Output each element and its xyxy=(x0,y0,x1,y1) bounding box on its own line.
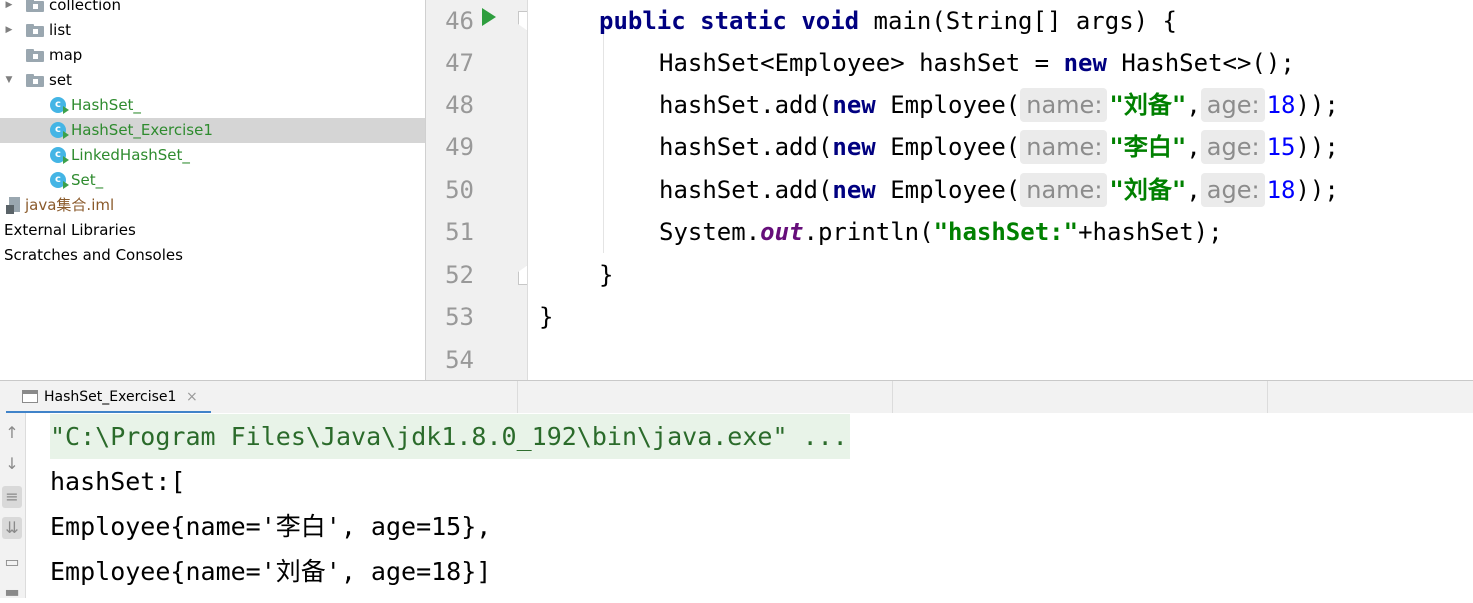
console-line-command: "C:\Program Files\Java\jdk1.8.0_192\bin\… xyxy=(50,414,850,459)
line-number: 52 xyxy=(445,261,474,289)
tree-item-label: map xyxy=(49,46,83,64)
line-number: 47 xyxy=(445,49,474,77)
divider xyxy=(517,381,518,414)
tree-item-label: HashSet_ xyxy=(71,96,141,114)
divider xyxy=(1267,381,1268,414)
console-line: Employee{name='李白', age=15}, xyxy=(50,512,492,541)
tree-item-label: set xyxy=(49,71,72,89)
package-folder-icon xyxy=(26,49,44,62)
tree-item-external-libraries[interactable]: External Libraries xyxy=(0,218,425,243)
scroll-to-end-icon[interactable]: ⇊ xyxy=(2,517,22,539)
line-number: 51 xyxy=(445,218,474,246)
tree-item-map[interactable]: map xyxy=(0,43,425,68)
tree-item-list[interactable]: ▶ list xyxy=(0,18,425,43)
divider xyxy=(892,381,893,414)
tree-item-iml[interactable]: java集合.iml xyxy=(0,193,425,218)
down-arrow-icon[interactable]: ↓ xyxy=(2,453,22,475)
tree-item-label: External Libraries xyxy=(4,221,136,239)
tree-item-linkedhashset[interactable]: c LinkedHashSet_ xyxy=(0,143,425,168)
run-tab-label: HashSet_Exercise1 xyxy=(44,389,177,405)
parameter-hint-name: name: xyxy=(1020,88,1108,122)
module-file-icon xyxy=(6,197,20,214)
console-toolbar: ↑ ↓ ≡ ⇊ ▭ ▬ xyxy=(0,413,26,601)
tree-item-label: Scratches and Consoles xyxy=(4,246,183,264)
java-class-icon: c xyxy=(50,147,69,164)
code-line-48: hashSet.add(new Employee(name: "刘备", age: 1… xyxy=(659,84,1339,126)
tree-item-label: java集合.iml xyxy=(25,196,115,214)
line-number: 50 xyxy=(445,176,474,204)
line-number: 46 xyxy=(445,7,474,35)
code-line-47: HashSet<Employee> hashSet = new HashSet<… xyxy=(659,49,1295,77)
java-class-icon: c xyxy=(50,97,69,114)
console-icon xyxy=(22,390,38,403)
code-line-53: } xyxy=(539,303,554,331)
line-number: 49 xyxy=(445,133,474,161)
project-tree: ▶ collection ▶ list map ▼ set c HashSet_… xyxy=(0,0,425,380)
tree-item-hashset-exercise1[interactable]: c HashSet_Exercise1 xyxy=(0,118,425,143)
code-line-49: hashSet.add(new Employee(name: "李白", age: 1… xyxy=(659,126,1339,168)
tree-item-label: list xyxy=(49,21,72,39)
close-icon[interactable]: × xyxy=(186,381,198,414)
parameter-hint-age: age: xyxy=(1200,88,1265,122)
collapsed-arrow-icon[interactable]: ▶ xyxy=(3,0,15,18)
collapsed-arrow-icon[interactable]: ▶ xyxy=(3,18,15,43)
package-folder-icon xyxy=(26,24,44,37)
tree-item-scratches[interactable]: Scratches and Consoles xyxy=(0,243,425,268)
line-number: 53 xyxy=(445,303,474,331)
line-number: 54 xyxy=(445,346,474,374)
up-arrow-icon[interactable]: ↑ xyxy=(2,422,22,444)
run-tab-bar: HashSet_Exercise1 × xyxy=(0,380,1473,414)
parameter-hint-age: age: xyxy=(1200,130,1265,164)
code-line-52: } xyxy=(599,261,614,289)
trash-icon[interactable]: ▬ xyxy=(2,581,22,603)
tree-item-label: HashSet_Exercise1 xyxy=(71,121,213,139)
tree-item-label: collection xyxy=(49,0,121,14)
run-main-icon[interactable] xyxy=(482,8,496,26)
java-class-icon: c xyxy=(50,172,69,189)
parameter-hint-name: name: xyxy=(1020,130,1108,164)
tree-item-set-class[interactable]: c Set_ xyxy=(0,168,425,193)
code-editor[interactable]: public static void main(String[] args) {… xyxy=(528,0,1473,380)
line-number: 48 xyxy=(445,91,474,119)
soft-wrap-icon[interactable]: ≡ xyxy=(2,486,22,508)
tree-item-hashset[interactable]: c HashSet_ xyxy=(0,93,425,118)
console-line: hashSet:[ xyxy=(50,467,186,496)
editor-gutter[interactable]: 46 47 48 49 50 51 52 53 54 xyxy=(425,0,538,380)
code-line-50: hashSet.add(new Employee(name: "刘备", age: 1… xyxy=(659,169,1339,211)
expanded-arrow-icon[interactable]: ▼ xyxy=(3,68,15,93)
run-tab-hashset-exercise1[interactable]: HashSet_Exercise1 × xyxy=(6,381,211,414)
tree-item-label: Set_ xyxy=(71,171,104,189)
code-line-46: public static void main(String[] args) { xyxy=(599,7,1177,35)
parameter-hint-age: age: xyxy=(1200,173,1265,207)
console-line: Employee{name='刘备', age=18}] xyxy=(50,557,492,586)
tree-item-label: LinkedHashSet_ xyxy=(71,146,190,164)
tree-item-set[interactable]: ▼ set xyxy=(0,68,425,93)
java-class-icon: c xyxy=(50,122,69,139)
tree-item-collection[interactable]: ▶ collection xyxy=(0,0,425,18)
code-line-51: System.out.println("hashSet:"+hashSet); xyxy=(659,218,1223,246)
parameter-hint-name: name: xyxy=(1020,173,1108,207)
package-folder-icon xyxy=(26,74,44,87)
console-output[interactable]: "C:\Program Files\Java\jdk1.8.0_192\bin\… xyxy=(26,413,1473,598)
indent-guide xyxy=(603,28,604,253)
print-icon[interactable]: ▭ xyxy=(2,551,22,573)
package-folder-icon xyxy=(26,0,44,12)
